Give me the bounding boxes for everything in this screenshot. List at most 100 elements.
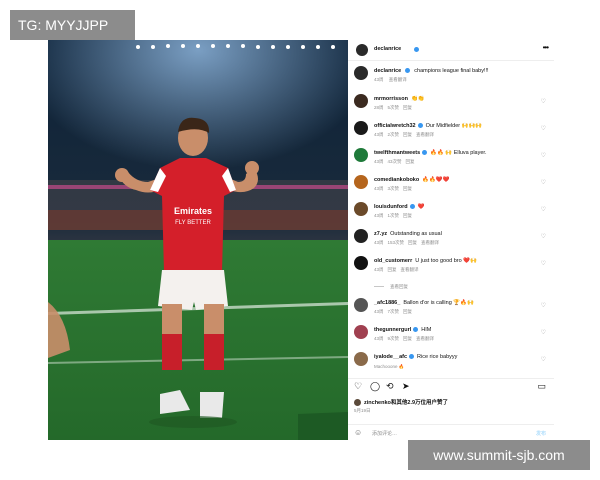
verified-icon — [414, 47, 419, 52]
view-replies-link[interactable]: 查看回复 — [374, 284, 408, 290]
comment-likes[interactable]: 7次赞 — [388, 309, 400, 314]
comment-reply[interactable]: 回复 — [406, 159, 415, 164]
author-avatar[interactable] — [356, 44, 368, 56]
comment-like-icon[interactable]: ♡ — [541, 152, 546, 159]
liker-avatar — [354, 399, 361, 407]
send-icon[interactable]: ➤ — [402, 382, 410, 391]
comment-avatar[interactable] — [354, 352, 368, 366]
post-panel: declanrice ••• declanrice champions leag… — [348, 40, 554, 440]
likes-summary[interactable]: zinchenko和其他2.9万位用户赞了 — [354, 398, 449, 407]
comment-username[interactable]: _afc1886_ — [374, 300, 400, 306]
comment-username[interactable]: old_customerr — [374, 258, 412, 264]
comment-likes[interactable]: 1次赞 — [388, 213, 400, 218]
comment-like-icon[interactable]: ♡ — [541, 329, 546, 336]
comment-row: _afc1886_ Ballon d'or is calling 🏆🔥🙌 43周 7… — [348, 298, 554, 324]
comment-like-icon[interactable]: ♡ — [541, 179, 546, 186]
emoji-icon[interactable]: ☺ — [354, 428, 362, 437]
post-caption: declanrice champions league final baby!!… — [348, 66, 554, 92]
comment-avatar[interactable] — [354, 94, 368, 108]
comment-time: 28周 — [374, 105, 384, 110]
comment-reply[interactable]: 回复 — [403, 309, 412, 314]
caption-translate[interactable]: 查看翻译 — [389, 77, 407, 82]
comment-row: comediankoboko 🔥🔥❤️❤️ 43周 3次赞 回复 ♡ — [348, 175, 554, 201]
verified-icon — [422, 150, 428, 156]
caption-username[interactable]: declanrice — [374, 68, 401, 74]
comment-time: 43周 — [374, 186, 384, 191]
comment-likes[interactable]: 3次赞 — [388, 186, 400, 191]
stadium-photo-illustration: Emirates FLY BETTER — [48, 40, 348, 440]
comment-avatar[interactable] — [354, 121, 368, 135]
comment-time: 43周 — [374, 159, 384, 164]
post-comment-button[interactable]: 发布 — [536, 430, 546, 437]
comment-likes[interactable]: 153次赞 — [388, 240, 405, 245]
comment-text: Outstanding as usual — [390, 231, 442, 237]
comment-icon[interactable]: ◯ — [370, 382, 380, 391]
comment-row: mrmorrisson 👏👏 28周 5次赞 回复 ♡ — [348, 94, 554, 120]
comment-translate[interactable]: 查看翻译 — [421, 240, 439, 245]
post-header: declanrice ••• — [348, 40, 554, 61]
comment-like-icon[interactable]: ♡ — [541, 98, 546, 105]
comment-avatar[interactable] — [354, 229, 368, 243]
comment-avatar[interactable] — [354, 256, 368, 270]
comment-username[interactable]: z7.yz — [374, 231, 387, 237]
comment-like-icon[interactable]: ♡ — [541, 206, 546, 213]
comment-username[interactable]: louisdunford — [374, 204, 408, 210]
verified-icon — [409, 354, 415, 360]
comment-row: thegunnergurl HIM 43周 9次赞 回复 查看翻译 ♡ — [348, 325, 554, 351]
comment-username[interactable]: mrmorrisson — [374, 96, 408, 102]
comment-like-icon[interactable]: ♡ — [541, 260, 546, 267]
author-username[interactable]: declanrice — [374, 46, 401, 52]
verified-icon — [417, 123, 423, 129]
post-date: 5月19日 — [354, 408, 371, 413]
comment-avatar[interactable] — [354, 325, 368, 339]
comment-like-icon[interactable]: ♡ — [541, 233, 546, 240]
comment-like-icon[interactable]: ♡ — [541, 302, 546, 309]
comment-avatar[interactable] — [354, 298, 368, 312]
comment-time: 43周 — [374, 132, 384, 137]
likes-text: zinchenko和其他2.9万位用户赞了 — [364, 400, 449, 406]
comment-translate[interactable]: 查看翻译 — [416, 336, 434, 341]
comment-username[interactable]: iyalode__afc — [374, 354, 407, 360]
comment-username[interactable]: thegunnergurl — [374, 327, 411, 333]
comment-translate[interactable]: 查看翻译 — [416, 132, 434, 137]
verified-icon — [413, 327, 419, 333]
comment-text: Rice rice babyyy — [417, 354, 458, 360]
post-photo[interactable]: Emirates FLY BETTER — [48, 40, 348, 440]
comment-avatar[interactable] — [354, 175, 368, 189]
heart-icon[interactable]: ♡ — [354, 382, 362, 391]
comment-likes[interactable]: 2次赞 — [388, 132, 400, 137]
watermark-top-left: TG: MYYJJPP — [10, 10, 135, 40]
comment-row: officialwretch32 Our Midfielder 🙌🙌🙌 43周 2次… — [348, 121, 554, 147]
comment-avatar[interactable] — [354, 148, 368, 162]
comment-likes[interactable]: 43次赞 — [388, 159, 402, 164]
comment-reply[interactable]: 回复 — [403, 213, 412, 218]
comment-username[interactable]: twelfthmantweets — [374, 150, 420, 156]
more-icon[interactable]: ••• — [543, 43, 549, 52]
comment-reply[interactable]: 回复 — [403, 132, 412, 137]
comment-username[interactable]: officialwretch32 — [374, 123, 416, 129]
caption-avatar[interactable] — [354, 66, 368, 80]
comment-time: 43周 — [374, 213, 384, 218]
comment-text: Ballon d'or is calling 🏆🔥🙌 — [403, 300, 474, 306]
share-icon[interactable]: ⟲ — [386, 382, 394, 391]
bookmark-icon[interactable]: ▭ — [537, 382, 546, 391]
comment-like-icon[interactable]: ♡ — [541, 356, 546, 363]
comment-reply[interactable]: 回复 — [403, 336, 412, 341]
comment-reply[interactable]: 回复 — [403, 105, 412, 110]
comment-username[interactable]: comediankoboko — [374, 177, 419, 183]
comment-avatar[interactable] — [354, 202, 368, 216]
comment-reply[interactable]: 回复 — [403, 186, 412, 191]
comment-text: Our Midfielder 🙌🙌🙌 — [425, 123, 483, 129]
comment-translate[interactable]: 查看翻译 — [401, 267, 419, 272]
comment-reply[interactable]: 回复 — [408, 240, 417, 245]
comment-reply[interactable]: 回复 — [388, 267, 397, 272]
add-comment-bar: ☺ 添加评论… 发布 — [348, 424, 554, 441]
comment-row: old_customerr U just too good bro ❤️🙌 43周… — [348, 256, 554, 282]
comment-likes[interactable]: 9次赞 — [388, 336, 400, 341]
comment-row: z7.yz Outstanding as usual 43周 153次赞 回复 查看翻译… — [348, 229, 554, 255]
comment-like-icon[interactable]: ♡ — [541, 125, 546, 132]
comment-text: ❤️ — [417, 204, 425, 210]
comment-likes[interactable]: 5次赞 — [388, 105, 400, 110]
comment-text: 🔥🔥 🙌 Elluva player. — [430, 150, 487, 156]
comment-input[interactable]: 添加评论… — [372, 430, 397, 437]
